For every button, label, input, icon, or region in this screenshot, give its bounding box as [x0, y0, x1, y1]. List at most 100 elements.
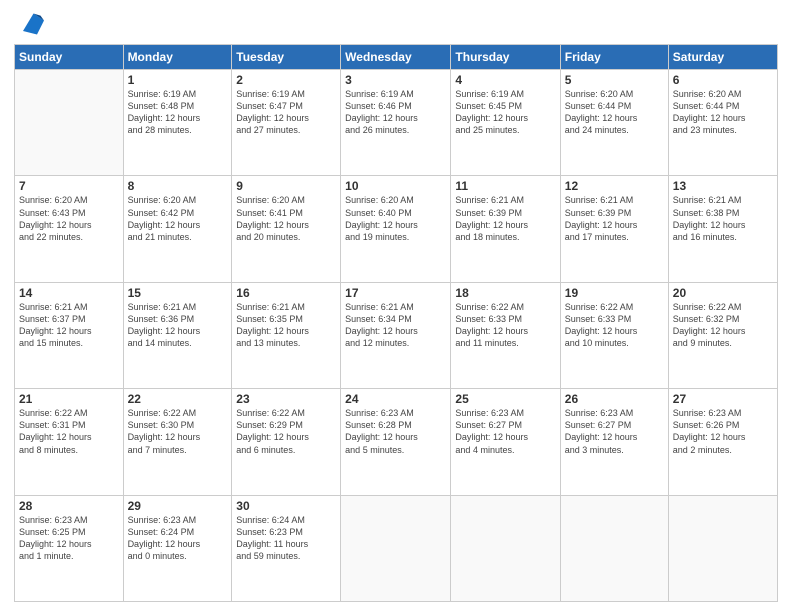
logo-icon: [16, 10, 44, 38]
calendar-cell: 9Sunrise: 6:20 AM Sunset: 6:41 PM Daylig…: [232, 176, 341, 282]
day-info: Sunrise: 6:21 AM Sunset: 6:39 PM Dayligh…: [455, 194, 555, 243]
day-info: Sunrise: 6:20 AM Sunset: 6:44 PM Dayligh…: [565, 88, 664, 137]
day-number: 15: [128, 286, 228, 300]
calendar-cell: [15, 70, 124, 176]
weekday-header: Tuesday: [232, 45, 341, 70]
day-number: 29: [128, 499, 228, 513]
calendar-cell: [451, 495, 560, 601]
calendar-week-row: 14Sunrise: 6:21 AM Sunset: 6:37 PM Dayli…: [15, 282, 778, 388]
calendar-cell: 13Sunrise: 6:21 AM Sunset: 6:38 PM Dayli…: [668, 176, 777, 282]
day-info: Sunrise: 6:19 AM Sunset: 6:47 PM Dayligh…: [236, 88, 336, 137]
calendar-cell: 30Sunrise: 6:24 AM Sunset: 6:23 PM Dayli…: [232, 495, 341, 601]
day-number: 28: [19, 499, 119, 513]
day-number: 5: [565, 73, 664, 87]
day-info: Sunrise: 6:22 AM Sunset: 6:30 PM Dayligh…: [128, 407, 228, 456]
day-info: Sunrise: 6:23 AM Sunset: 6:26 PM Dayligh…: [673, 407, 773, 456]
calendar-cell: 23Sunrise: 6:22 AM Sunset: 6:29 PM Dayli…: [232, 389, 341, 495]
calendar-cell: 24Sunrise: 6:23 AM Sunset: 6:28 PM Dayli…: [341, 389, 451, 495]
day-info: Sunrise: 6:20 AM Sunset: 6:43 PM Dayligh…: [19, 194, 119, 243]
day-number: 9: [236, 179, 336, 193]
weekday-header: Monday: [123, 45, 232, 70]
calendar-cell: 21Sunrise: 6:22 AM Sunset: 6:31 PM Dayli…: [15, 389, 124, 495]
day-number: 4: [455, 73, 555, 87]
day-number: 12: [565, 179, 664, 193]
day-number: 22: [128, 392, 228, 406]
day-number: 17: [345, 286, 446, 300]
calendar-cell: 19Sunrise: 6:22 AM Sunset: 6:33 PM Dayli…: [560, 282, 668, 388]
day-number: 18: [455, 286, 555, 300]
day-info: Sunrise: 6:24 AM Sunset: 6:23 PM Dayligh…: [236, 514, 336, 563]
day-number: 20: [673, 286, 773, 300]
calendar-week-row: 28Sunrise: 6:23 AM Sunset: 6:25 PM Dayli…: [15, 495, 778, 601]
calendar-table: SundayMondayTuesdayWednesdayThursdayFrid…: [14, 44, 778, 602]
day-info: Sunrise: 6:19 AM Sunset: 6:48 PM Dayligh…: [128, 88, 228, 137]
day-info: Sunrise: 6:23 AM Sunset: 6:24 PM Dayligh…: [128, 514, 228, 563]
weekday-header: Friday: [560, 45, 668, 70]
day-info: Sunrise: 6:23 AM Sunset: 6:27 PM Dayligh…: [565, 407, 664, 456]
calendar-cell: 18Sunrise: 6:22 AM Sunset: 6:33 PM Dayli…: [451, 282, 560, 388]
day-number: 3: [345, 73, 446, 87]
calendar-week-row: 21Sunrise: 6:22 AM Sunset: 6:31 PM Dayli…: [15, 389, 778, 495]
calendar-cell: 1Sunrise: 6:19 AM Sunset: 6:48 PM Daylig…: [123, 70, 232, 176]
calendar-cell: 2Sunrise: 6:19 AM Sunset: 6:47 PM Daylig…: [232, 70, 341, 176]
calendar-cell: 16Sunrise: 6:21 AM Sunset: 6:35 PM Dayli…: [232, 282, 341, 388]
day-info: Sunrise: 6:22 AM Sunset: 6:32 PM Dayligh…: [673, 301, 773, 350]
calendar-cell: [341, 495, 451, 601]
calendar-cell: 14Sunrise: 6:21 AM Sunset: 6:37 PM Dayli…: [15, 282, 124, 388]
day-info: Sunrise: 6:20 AM Sunset: 6:41 PM Dayligh…: [236, 194, 336, 243]
day-info: Sunrise: 6:19 AM Sunset: 6:46 PM Dayligh…: [345, 88, 446, 137]
day-info: Sunrise: 6:22 AM Sunset: 6:33 PM Dayligh…: [455, 301, 555, 350]
day-number: 8: [128, 179, 228, 193]
calendar-cell: [668, 495, 777, 601]
day-info: Sunrise: 6:20 AM Sunset: 6:44 PM Dayligh…: [673, 88, 773, 137]
weekday-header: Saturday: [668, 45, 777, 70]
weekday-header: Wednesday: [341, 45, 451, 70]
day-number: 21: [19, 392, 119, 406]
day-info: Sunrise: 6:20 AM Sunset: 6:42 PM Dayligh…: [128, 194, 228, 243]
day-info: Sunrise: 6:19 AM Sunset: 6:45 PM Dayligh…: [455, 88, 555, 137]
calendar-week-row: 7Sunrise: 6:20 AM Sunset: 6:43 PM Daylig…: [15, 176, 778, 282]
day-info: Sunrise: 6:21 AM Sunset: 6:35 PM Dayligh…: [236, 301, 336, 350]
day-number: 25: [455, 392, 555, 406]
day-info: Sunrise: 6:21 AM Sunset: 6:36 PM Dayligh…: [128, 301, 228, 350]
day-number: 27: [673, 392, 773, 406]
calendar-cell: 7Sunrise: 6:20 AM Sunset: 6:43 PM Daylig…: [15, 176, 124, 282]
calendar-cell: 25Sunrise: 6:23 AM Sunset: 6:27 PM Dayli…: [451, 389, 560, 495]
day-info: Sunrise: 6:21 AM Sunset: 6:39 PM Dayligh…: [565, 194, 664, 243]
day-number: 19: [565, 286, 664, 300]
calendar-header-row: SundayMondayTuesdayWednesdayThursdayFrid…: [15, 45, 778, 70]
logo: [14, 14, 44, 38]
weekday-header: Sunday: [15, 45, 124, 70]
calendar-week-row: 1Sunrise: 6:19 AM Sunset: 6:48 PM Daylig…: [15, 70, 778, 176]
calendar-cell: 10Sunrise: 6:20 AM Sunset: 6:40 PM Dayli…: [341, 176, 451, 282]
day-number: 11: [455, 179, 555, 193]
day-number: 14: [19, 286, 119, 300]
day-number: 7: [19, 179, 119, 193]
day-info: Sunrise: 6:21 AM Sunset: 6:37 PM Dayligh…: [19, 301, 119, 350]
calendar-cell: 4Sunrise: 6:19 AM Sunset: 6:45 PM Daylig…: [451, 70, 560, 176]
calendar-cell: [560, 495, 668, 601]
day-number: 1: [128, 73, 228, 87]
day-info: Sunrise: 6:21 AM Sunset: 6:38 PM Dayligh…: [673, 194, 773, 243]
calendar-cell: 17Sunrise: 6:21 AM Sunset: 6:34 PM Dayli…: [341, 282, 451, 388]
day-info: Sunrise: 6:23 AM Sunset: 6:28 PM Dayligh…: [345, 407, 446, 456]
calendar-cell: 12Sunrise: 6:21 AM Sunset: 6:39 PM Dayli…: [560, 176, 668, 282]
calendar-cell: 6Sunrise: 6:20 AM Sunset: 6:44 PM Daylig…: [668, 70, 777, 176]
calendar-cell: 26Sunrise: 6:23 AM Sunset: 6:27 PM Dayli…: [560, 389, 668, 495]
page-header: [14, 10, 778, 38]
day-number: 10: [345, 179, 446, 193]
calendar-cell: 20Sunrise: 6:22 AM Sunset: 6:32 PM Dayli…: [668, 282, 777, 388]
day-number: 13: [673, 179, 773, 193]
day-number: 2: [236, 73, 336, 87]
calendar-cell: 27Sunrise: 6:23 AM Sunset: 6:26 PM Dayli…: [668, 389, 777, 495]
calendar-cell: 15Sunrise: 6:21 AM Sunset: 6:36 PM Dayli…: [123, 282, 232, 388]
calendar-cell: 3Sunrise: 6:19 AM Sunset: 6:46 PM Daylig…: [341, 70, 451, 176]
weekday-header: Thursday: [451, 45, 560, 70]
calendar-cell: 5Sunrise: 6:20 AM Sunset: 6:44 PM Daylig…: [560, 70, 668, 176]
calendar-cell: 11Sunrise: 6:21 AM Sunset: 6:39 PM Dayli…: [451, 176, 560, 282]
day-number: 6: [673, 73, 773, 87]
day-number: 23: [236, 392, 336, 406]
day-number: 24: [345, 392, 446, 406]
day-info: Sunrise: 6:22 AM Sunset: 6:33 PM Dayligh…: [565, 301, 664, 350]
day-info: Sunrise: 6:22 AM Sunset: 6:31 PM Dayligh…: [19, 407, 119, 456]
